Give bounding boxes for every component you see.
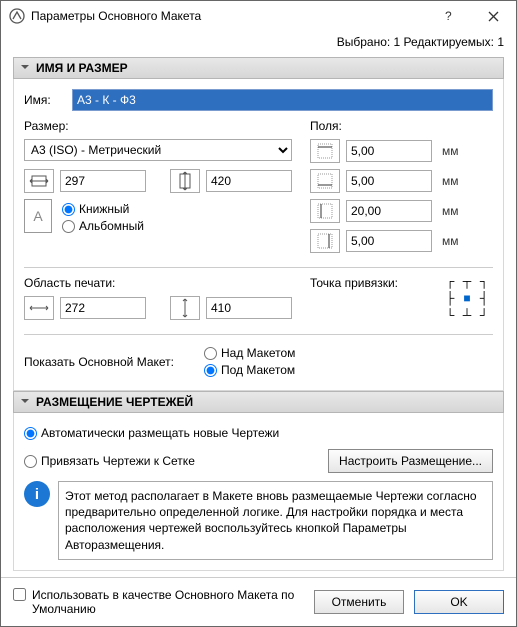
- name-input[interactable]: [72, 89, 493, 111]
- print-width-icon: [24, 296, 54, 320]
- show-above-radio[interactable]: Над Макетом: [204, 346, 295, 360]
- margin-right-input[interactable]: [346, 230, 432, 252]
- margin-bottom-icon: [310, 169, 340, 193]
- section-header-name-size[interactable]: ИМЯ И РАЗМЕР: [13, 57, 504, 79]
- collapse-icon: [20, 395, 30, 409]
- name-label: Имя:: [24, 93, 64, 107]
- margin-left-input[interactable]: [346, 200, 432, 222]
- unit-mm: мм: [442, 234, 470, 248]
- section-title-name-size: ИМЯ И РАЗМЕР: [36, 61, 128, 75]
- orientation-landscape[interactable]: Альбомный: [62, 219, 144, 233]
- use-default-checkbox[interactable]: Использовать в качестве Основного Макета…: [13, 588, 304, 616]
- margin-bottom-input[interactable]: [346, 170, 432, 192]
- width-input[interactable]: [60, 170, 146, 192]
- print-width-input[interactable]: [60, 297, 146, 319]
- configure-placement-button[interactable]: Настроить Размещение...: [328, 449, 493, 473]
- unit-mm: мм: [442, 144, 470, 158]
- selection-info: Выбрано: 1 Редактируемых: 1: [13, 31, 504, 57]
- section-header-placement[interactable]: РАЗМЕЩЕНИЕ ЧЕРТЕЖЕЙ: [13, 391, 504, 413]
- unit-mm: мм: [442, 204, 470, 218]
- cancel-button[interactable]: Отменить: [314, 590, 404, 614]
- auto-place-radio[interactable]: Автоматически размещать новые Чертежи: [24, 426, 493, 440]
- height-input[interactable]: [206, 170, 292, 192]
- margins-label: Поля:: [310, 119, 493, 133]
- orientation-portrait[interactable]: Книжный: [62, 202, 144, 216]
- ok-button[interactable]: OK: [414, 590, 504, 614]
- collapse-icon: [20, 61, 30, 75]
- margin-right-icon: [310, 229, 340, 253]
- info-text: Этот метод располагает в Макете вновь ра…: [58, 481, 493, 560]
- height-icon: [170, 169, 200, 193]
- titlebar: Параметры Основного Макета ?: [1, 1, 516, 31]
- app-icon: [9, 8, 25, 24]
- size-label: Размер:: [24, 119, 292, 133]
- print-height-input[interactable]: [206, 297, 292, 319]
- section-title-placement: РАЗМЕЩЕНИЕ ЧЕРТЕЖЕЙ: [36, 395, 193, 409]
- show-master-label: Показать Основной Макет:: [24, 355, 174, 369]
- size-preset-select[interactable]: A3 (ISO) - Метрический: [24, 139, 292, 161]
- show-below-radio[interactable]: Под Макетом: [204, 363, 295, 377]
- use-default-label: Использовать в качестве Основного Макета…: [32, 588, 302, 616]
- window-title: Параметры Основного Макета: [31, 9, 426, 23]
- anchor-point-grid[interactable]: ┌┬┐ ├■┤ └┴┘: [445, 276, 493, 324]
- snap-grid-radio[interactable]: Привязать Чертежи к Сетке: [24, 454, 318, 468]
- print-height-icon: [170, 296, 200, 320]
- print-area-label: Область печати:: [24, 276, 292, 290]
- info-icon: i: [24, 481, 50, 507]
- orientation-icon: A: [24, 199, 52, 233]
- close-button[interactable]: [471, 1, 516, 31]
- width-icon: [24, 169, 54, 193]
- margin-top-input[interactable]: [346, 140, 432, 162]
- margin-left-icon: [310, 199, 340, 223]
- help-button[interactable]: ?: [426, 1, 471, 31]
- unit-mm: мм: [442, 174, 470, 188]
- svg-text:?: ?: [445, 10, 452, 22]
- anchor-label: Точка привязки:: [310, 276, 425, 290]
- margin-top-icon: [310, 139, 340, 163]
